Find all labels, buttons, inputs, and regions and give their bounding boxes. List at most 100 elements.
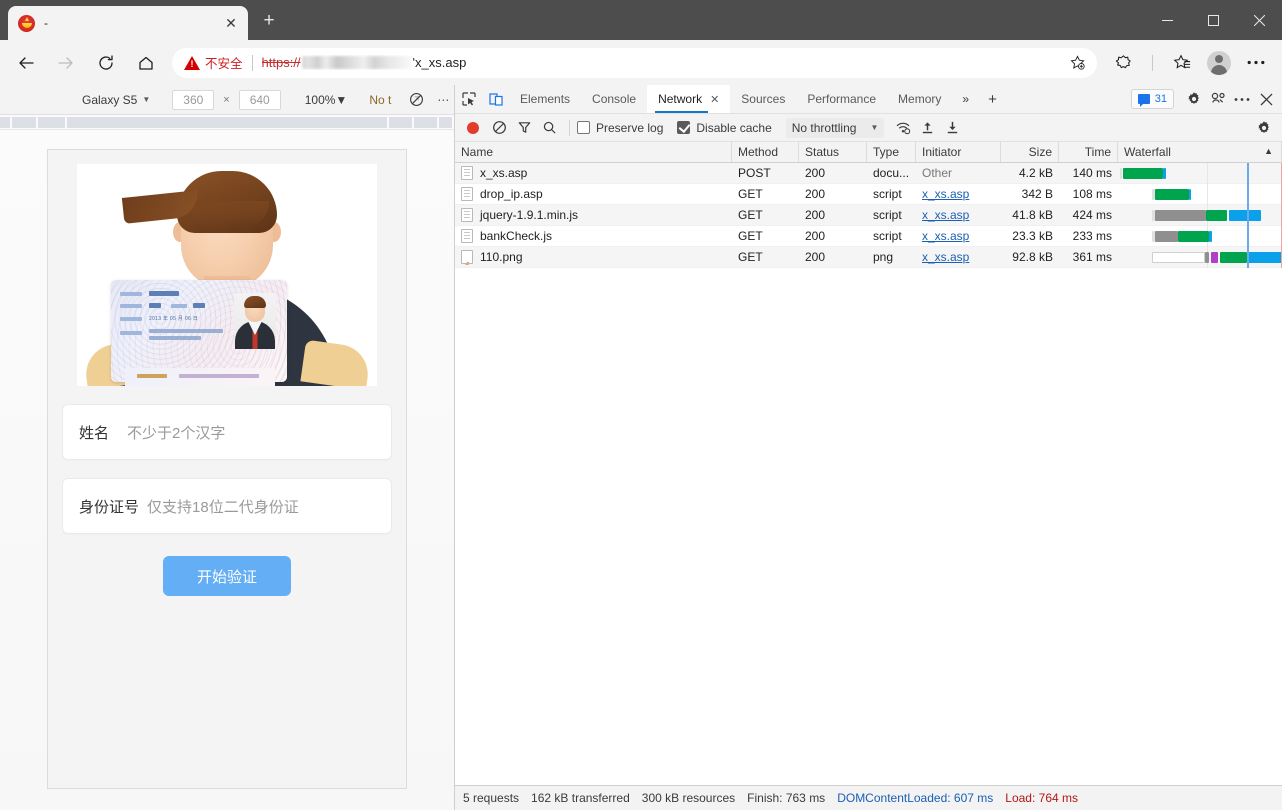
import-har-icon[interactable] [915, 120, 940, 135]
waterfall-bar [1118, 163, 1282, 184]
request-type: script [873, 229, 902, 243]
network-status-bar: 5 requests 162 kB transferred 300 kB res… [455, 785, 1282, 810]
tab-memory[interactable]: Memory [887, 85, 952, 113]
table-row[interactable]: drop_ip.asp GET 200 script x_xs.asp 342 … [455, 184, 1282, 205]
tab-performance[interactable]: Performance [796, 85, 887, 113]
id-number-field[interactable]: 身份证号 仅支持18位二代身份证 [62, 478, 392, 534]
zoom-selector[interactable]: 100% ▼ [305, 93, 348, 107]
disable-cache-checkbox[interactable]: Disable cache [677, 121, 772, 135]
request-initiator-link[interactable]: x_xs.asp [922, 187, 969, 201]
home-icon[interactable] [129, 46, 163, 80]
tab-console[interactable]: Console [581, 85, 647, 113]
address-bar[interactable]: 不安全 https :// 'x_xs.asp [172, 47, 1097, 78]
network-conditions-icon[interactable] [890, 120, 915, 135]
ruler-track[interactable] [0, 116, 454, 128]
url-text[interactable]: https :// 'x_xs.asp [262, 55, 1063, 70]
request-initiator-link[interactable]: x_xs.asp [922, 208, 969, 222]
gear-icon[interactable] [1182, 91, 1206, 107]
devtools-panel: Elements Console Network ✕ Sources Perfo… [455, 85, 1282, 810]
table-row[interactable]: bankCheck.js GET 200 script x_xs.asp 23.… [455, 226, 1282, 247]
column-header-status[interactable]: Status [799, 142, 867, 162]
minimize-icon[interactable] [1144, 0, 1190, 40]
request-method: POST [738, 166, 771, 180]
issues-button[interactable]: 31 [1130, 89, 1174, 109]
collections-icon[interactable] [1106, 46, 1140, 80]
tab-network[interactable]: Network ✕ [647, 85, 731, 113]
network-settings-gear-icon[interactable] [1251, 120, 1276, 136]
column-header-method[interactable]: Method [732, 142, 799, 162]
device-height-input[interactable]: 640 [238, 89, 281, 110]
request-name: x_xs.asp [480, 166, 528, 180]
request-time: 424 ms [1072, 208, 1112, 222]
request-status: 200 [805, 208, 826, 222]
device-width-input[interactable]: 360 [172, 89, 215, 110]
device-emulation-toolbar: Galaxy S5 ▼ 360 × 640 100% ▼ No t ⋯ [0, 85, 454, 115]
device-throttling-selector[interactable]: No t [369, 93, 399, 107]
issues-count: 31 [1154, 93, 1167, 105]
clear-network-log-icon[interactable] [487, 120, 512, 135]
tab-sources[interactable]: Sources [730, 85, 796, 113]
add-tab-button[interactable]: + [979, 85, 1006, 113]
more-options-icon[interactable] [1230, 97, 1254, 102]
chevron-down-icon: ▼ [142, 95, 151, 104]
search-icon[interactable] [537, 120, 562, 135]
tab-elements[interactable]: Elements [509, 85, 581, 113]
browser-tab[interactable]: - ✕ [8, 6, 248, 40]
close-icon[interactable]: ✕ [220, 12, 242, 34]
more-options-icon[interactable] [1239, 46, 1273, 80]
more-tabs-icon[interactable]: » [952, 85, 979, 113]
export-har-icon[interactable] [940, 120, 965, 135]
device-selector[interactable]: Galaxy S5 ▼ [82, 93, 150, 107]
id-card-birth-month: 05 [170, 316, 177, 322]
request-initiator-link[interactable]: x_xs.asp [922, 250, 969, 264]
request-size: 23.3 kB [1012, 229, 1053, 243]
throttling-selector[interactable]: No throttling ▼ [785, 117, 885, 138]
column-header-type[interactable]: Type [867, 142, 916, 162]
emulated-viewport[interactable]: 2013 年 05 月 06 日 姓名 不少于2个汉字 身份证号 仅支持18位二… [47, 149, 407, 789]
security-status-text[interactable]: 不安全 [205, 53, 243, 72]
request-initiator-link[interactable]: x_xs.asp [922, 229, 969, 243]
url-path: 'x_xs.asp [412, 55, 467, 70]
script-file-icon [461, 187, 473, 201]
reload-icon[interactable] [89, 46, 123, 80]
tab-label: Memory [898, 92, 942, 106]
device-viewport-area: 2013 年 05 月 06 日 姓名 不少于2个汉字 身份证号 仅支持18位二… [0, 130, 454, 810]
column-header-size[interactable]: Size [1001, 142, 1059, 162]
request-name: drop_ip.asp [480, 187, 543, 201]
back-icon[interactable] [9, 46, 43, 80]
filter-icon[interactable] [512, 120, 537, 135]
table-body[interactable]: x_xs.asp POST 200 docu... Other 4.2 kB 1… [455, 163, 1282, 785]
favorites-list-icon[interactable] [1165, 46, 1199, 80]
inspect-element-icon[interactable] [455, 85, 482, 113]
name-field[interactable]: 姓名 不少于2个汉字 [62, 404, 392, 460]
column-header-waterfall[interactable]: Waterfall ▲ [1118, 142, 1282, 162]
column-header-initiator[interactable]: Initiator [916, 142, 1001, 162]
device-more-options-icon[interactable]: ⋯ [437, 93, 451, 107]
add-favorite-star-icon[interactable] [1063, 50, 1091, 76]
column-header-name[interactable]: Name [455, 142, 732, 162]
close-icon[interactable]: ✕ [710, 93, 719, 106]
browser-titlebar: - ✕ + [0, 0, 1282, 40]
preserve-log-checkbox[interactable]: Preserve log [577, 121, 663, 135]
close-window-icon[interactable] [1236, 0, 1282, 40]
table-row[interactable]: 110.png GET 200 png x_xs.asp 92.8 kB 361… [455, 247, 1282, 268]
issues-message-icon [1137, 94, 1150, 107]
toggle-device-toolbar-icon[interactable] [482, 85, 509, 113]
table-row[interactable]: x_xs.asp POST 200 docu... Other 4.2 kB 1… [455, 163, 1282, 184]
table-row[interactable]: jquery-1.9.1.min.js GET 200 script x_xs.… [455, 205, 1282, 226]
rotate-device-icon[interactable] [405, 92, 427, 107]
forward-icon [49, 46, 83, 80]
vertical-scrollbar[interactable] [1274, 163, 1282, 785]
start-verification-button[interactable]: 开始验证 [163, 556, 291, 596]
customize-devtools-icon[interactable] [1206, 91, 1230, 107]
tab-title: - [44, 16, 48, 30]
close-devtools-icon[interactable] [1254, 93, 1278, 106]
maximize-icon[interactable] [1190, 0, 1236, 40]
new-tab-button[interactable]: + [252, 4, 286, 38]
divider [1152, 54, 1153, 71]
record-stop-icon[interactable] [467, 121, 479, 134]
browser-content: Galaxy S5 ▼ 360 × 640 100% ▼ No t ⋯ 2013… [0, 85, 1282, 810]
column-header-time[interactable]: Time [1059, 142, 1118, 162]
profile-avatar-icon[interactable] [1207, 50, 1231, 75]
request-method: GET [738, 208, 763, 222]
